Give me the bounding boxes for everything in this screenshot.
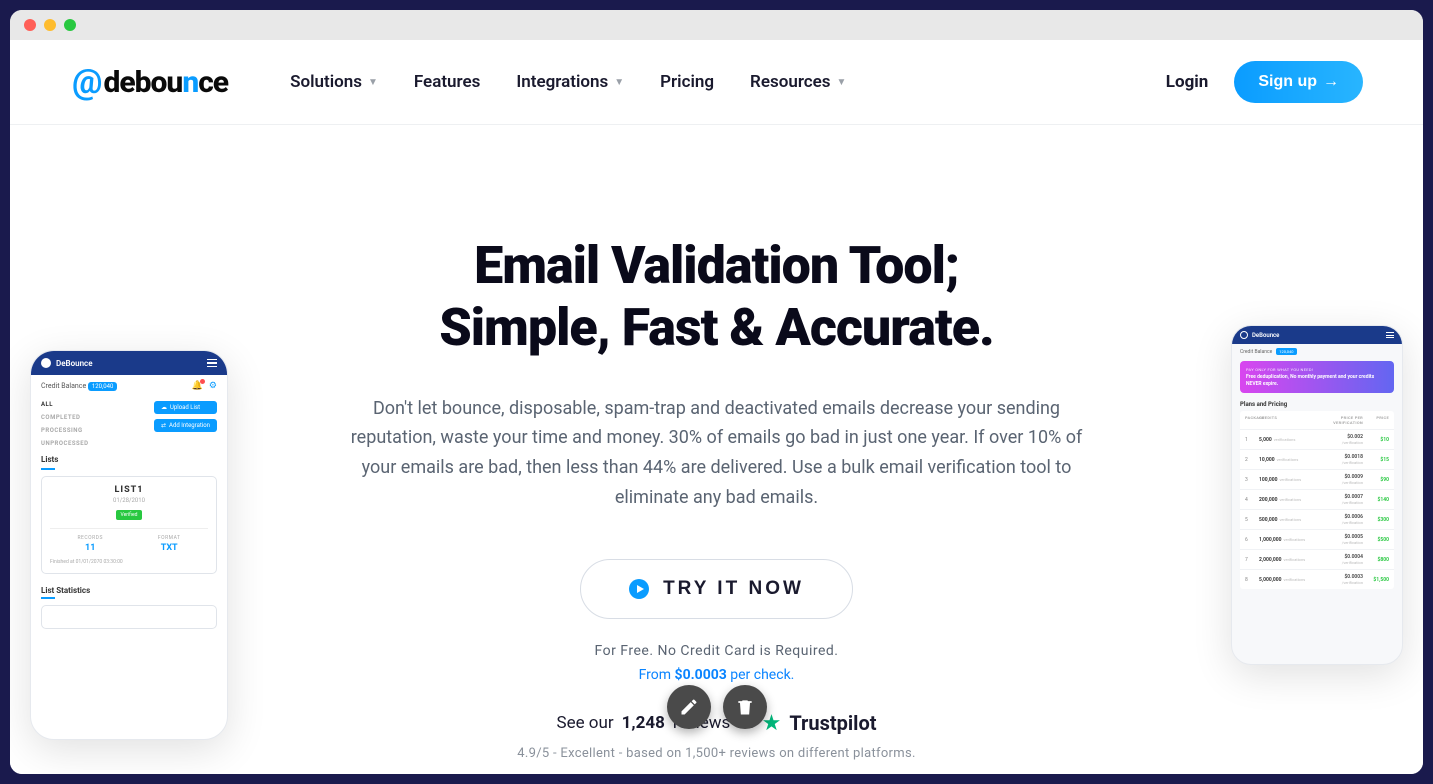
nav-integrations[interactable]: Integrations ▼ [516, 72, 624, 92]
delete-button[interactable] [723, 685, 767, 729]
chevron-down-icon: ▼ [837, 77, 847, 88]
nav-features[interactable]: Features [414, 72, 481, 92]
hero-subtext: Don't let bounce, disposable, spam-trap … [332, 394, 1102, 513]
pencil-icon [679, 697, 699, 717]
play-icon [629, 579, 649, 599]
rating-note: 4.9/5 - Excellent - based on 1,500+ revi… [517, 746, 915, 761]
nav-pricing[interactable]: Pricing [660, 72, 714, 92]
logo-at-icon: @ [72, 62, 101, 102]
browser-window: @debounce Solutions ▼ Features Integrati… [10, 10, 1423, 774]
trustpilot-logo: Trustpilot [789, 711, 876, 735]
window-minimize-icon[interactable] [44, 19, 56, 31]
chevron-down-icon: ▼ [368, 77, 378, 88]
hero-content: Email Validation Tool; Simple, Fast & Ac… [10, 235, 1423, 761]
login-link[interactable]: Login [1166, 72, 1209, 92]
nav-label: Pricing [660, 72, 714, 92]
headline-line1: Email Validation Tool; [474, 235, 959, 297]
headline-line2: Simple, Fast & Accurate. [439, 297, 994, 359]
window-titlebar [10, 10, 1423, 40]
edit-button[interactable] [667, 685, 711, 729]
hero-section: DeBounce Credit Balance 120,040 🔔 ⚙ ALL … [10, 125, 1423, 774]
window-close-icon[interactable] [24, 19, 36, 31]
signup-button[interactable]: Sign up → [1234, 61, 1363, 103]
nav-right: Login Sign up → [1166, 61, 1363, 103]
signup-label: Sign up [1258, 73, 1317, 91]
nav-solutions[interactable]: Solutions ▼ [290, 72, 378, 92]
navbar: @debounce Solutions ▼ Features Integrati… [10, 40, 1423, 125]
logo[interactable]: @debounce [72, 62, 228, 102]
chevron-down-icon: ▼ [614, 77, 624, 88]
nav-resources[interactable]: Resources ▼ [750, 72, 846, 92]
review-count: 1,248 [622, 713, 665, 733]
try-it-now-button[interactable]: TRY IT NOW [580, 559, 853, 619]
nav-label: Resources [750, 72, 831, 92]
price-note[interactable]: From $0.0003 per check. [639, 667, 795, 683]
nav-label: Solutions [290, 72, 362, 92]
free-note: For Free. No Credit Card is Required. [595, 643, 839, 659]
window-maximize-icon[interactable] [64, 19, 76, 31]
floating-actions [667, 685, 767, 729]
arrow-right-icon: → [1323, 73, 1339, 91]
cta-label: TRY IT NOW [663, 578, 804, 600]
trash-icon [735, 697, 755, 717]
nav-label: Integrations [516, 72, 608, 92]
nav-label: Features [414, 72, 481, 92]
nav-items: Solutions ▼ Features Integrations ▼ Pric… [290, 72, 846, 92]
